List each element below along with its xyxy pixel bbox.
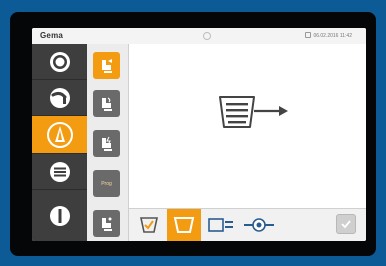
bottom-button-valve[interactable]: [241, 209, 277, 241]
brand-logo: Gema: [40, 31, 63, 40]
sub-button-electrostatics[interactable]: [93, 130, 120, 157]
brand-text: Gema: [40, 31, 64, 40]
spray-cone-icon: [46, 121, 73, 148]
sub-button-rinse[interactable]: [93, 210, 120, 237]
valve-icon: [244, 218, 274, 232]
status-indicator-icon: [203, 32, 211, 40]
sub-button-powder-output[interactable]: [93, 52, 120, 79]
nav-button-spray-gun[interactable]: [32, 116, 87, 154]
touch-screen: Gema 06.02.2016 11:42 Prog: [32, 28, 366, 241]
top-right-info: 06.02.2016 11:42: [305, 32, 352, 39]
powder-gun-icon: [101, 58, 112, 73]
program-label: Prog: [101, 180, 112, 187]
gun-air-icon: [101, 97, 112, 111]
bottom-toolbar: [129, 208, 366, 241]
bottom-button-container[interactable]: [167, 209, 201, 241]
nav-button-target[interactable]: [32, 44, 87, 80]
nav-button-list[interactable]: [32, 154, 87, 190]
sub-button-program[interactable]: Prog: [93, 170, 120, 197]
nav-button-injector[interactable]: [32, 80, 87, 116]
confirm-icon: [341, 220, 351, 229]
sub-navigation: Prog: [87, 44, 129, 241]
gun-rinse-icon: [101, 217, 112, 231]
feed-unit-icon: [208, 218, 233, 232]
container-icon: [173, 217, 195, 233]
clock-icon: [305, 32, 312, 38]
main-navigation: [32, 44, 87, 241]
info-bar-icon: [49, 205, 70, 226]
confirm-button[interactable]: [336, 214, 356, 234]
bottom-button-cup-check[interactable]: [133, 209, 165, 241]
bottom-button-feed-unit[interactable]: [205, 209, 239, 241]
cup-check-icon: [140, 217, 158, 233]
list-lines-icon: [49, 161, 70, 182]
main-panel: [129, 44, 366, 208]
arc-gauge-icon: [49, 87, 70, 108]
hopper-flow-arrow-icon: [219, 96, 288, 128]
nav-button-info[interactable]: [32, 190, 87, 241]
sub-button-air-settings[interactable]: [93, 90, 120, 117]
target-icon: [49, 51, 70, 72]
gun-kv-icon: [101, 136, 112, 151]
top-status-bar: Gema 06.02.2016 11:42: [32, 28, 366, 45]
date-time-text: 06.02.2016 11:42: [313, 33, 352, 39]
